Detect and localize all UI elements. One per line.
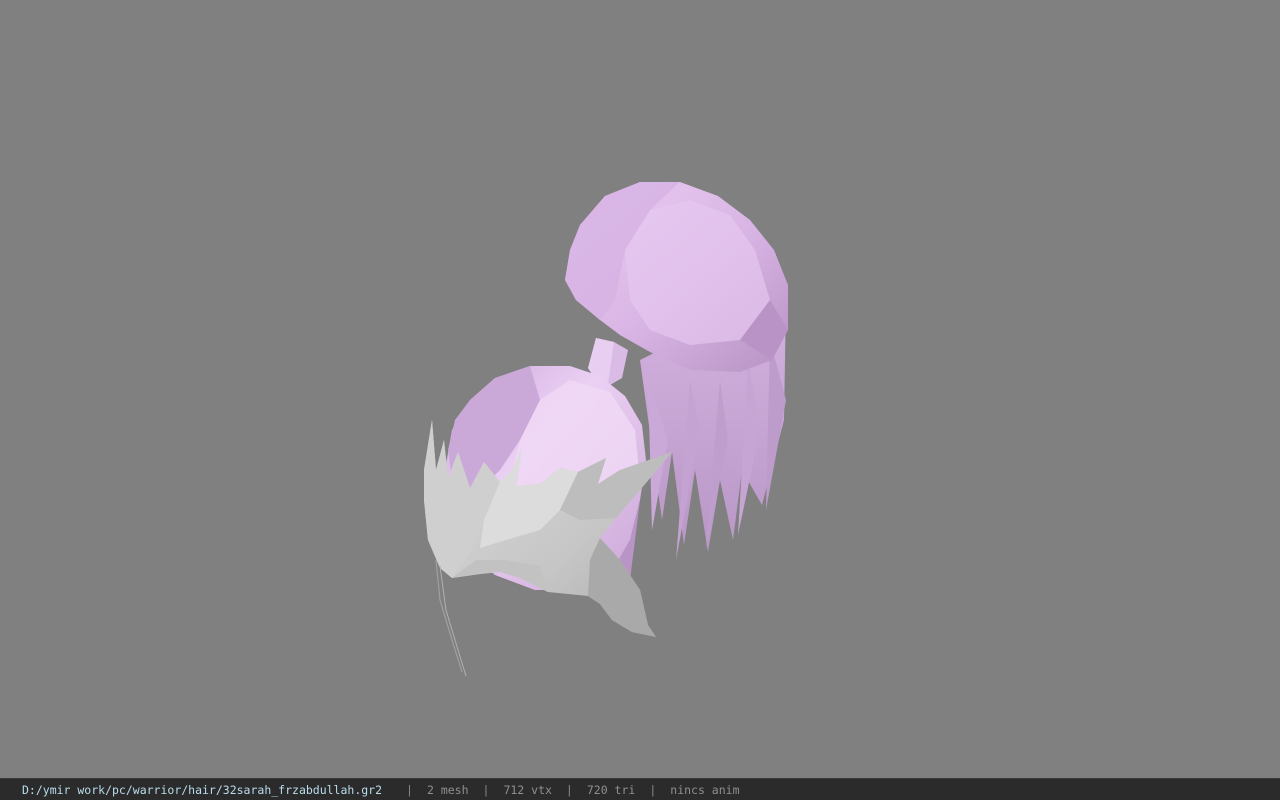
separator: | <box>482 782 490 797</box>
3d-viewport[interactable] <box>0 0 1280 778</box>
mesh-count: 2 mesh <box>426 782 469 797</box>
file-path: D:/ymir work/pc/warrior/hair/32sarah_frz… <box>22 782 383 797</box>
separator: | <box>406 782 413 797</box>
separator: | <box>565 782 573 797</box>
separator: | <box>649 782 657 797</box>
animation-status: nincs anim <box>670 782 740 797</box>
hair-model-render[interactable] <box>0 0 1280 778</box>
triangle-count: 720 tri <box>586 782 636 797</box>
status-bar: D:/ymir work/pc/warrior/hair/32sarah_frz… <box>0 778 1280 800</box>
vertex-count: 712 vtx <box>503 782 552 797</box>
